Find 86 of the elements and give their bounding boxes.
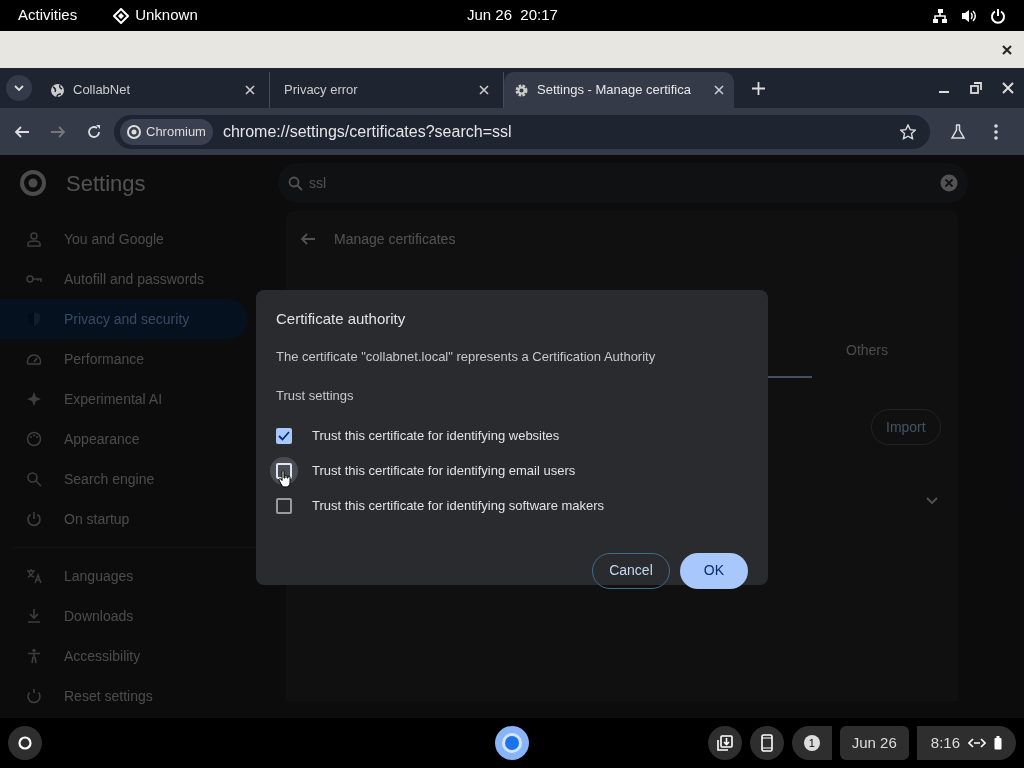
notification-button[interactable]: 1 [791,726,832,760]
bookmark-star-icon[interactable] [900,123,916,140]
app-menu[interactable]: Unknown [135,4,198,27]
nav-item[interactable]: Appearance [0,419,248,459]
clock[interactable]: Jun 26 20:17 [467,4,558,27]
chromium-app-icon[interactable] [495,726,529,760]
notification-count: 1 [803,735,820,751]
phone-icon [760,734,773,752]
page-title: Manage certificates [334,229,456,249]
back-arrow-icon[interactable] [300,231,316,247]
chrome-logo-icon [20,170,46,196]
network-icon[interactable] [932,7,948,24]
forward-icon[interactable] [50,123,66,140]
launcher-button[interactable] [8,726,42,760]
volume-icon[interactable] [960,7,978,24]
url-text: chrome://settings/certificates?search=ssl [222,121,512,142]
checkbox-label: Trust this certificate for identifying websites [312,427,560,446]
screenshot-button[interactable] [707,726,742,760]
site-chip[interactable]: Chromium [120,118,213,145]
nav-item[interactable]: You and Google [0,219,248,259]
check-icon [278,431,290,441]
time-text: 8:16 [930,732,960,753]
settings-icon [514,82,529,98]
system-tray[interactable]: 8:16 [916,726,1016,760]
screenshot-icon [715,734,734,752]
sparkle-icon [26,391,42,407]
dialog-message: The certificate "collabnet.local" represents a Certification Authority [276,347,657,366]
caret-icon [14,85,24,91]
network-icon [968,738,986,748]
nav-item[interactable]: Experimental AI [0,379,248,419]
search-field[interactable]: ssl [278,163,968,203]
battery-icon [994,736,1002,750]
date-button[interactable]: Jun 26 [839,726,909,760]
chrome-logo-icon [127,124,141,139]
nav-item[interactable]: On startup [0,499,248,539]
close-tab-icon[interactable] [479,85,489,95]
activities-button[interactable]: Activities [18,4,78,27]
power-icon [26,511,42,527]
clear-search-icon[interactable] [940,174,958,192]
search-input[interactable]: ssl [309,172,934,194]
accessibility-icon [26,648,42,664]
app-icon [113,7,130,24]
close-icon[interactable] [1002,44,1012,55]
tab-search-button[interactable] [6,75,32,101]
close-tab-icon[interactable] [245,85,255,95]
chevron-down-icon[interactable] [926,497,938,505]
close-tab-icon[interactable] [714,85,724,95]
search-icon [288,175,303,191]
shield-icon [26,311,42,327]
nav-item[interactable]: Autofill and passwords [0,259,248,299]
nav-item[interactable]: Search engine [0,459,248,499]
phone-button[interactable] [749,726,784,760]
nav-item[interactable]: Privacy and security [0,299,248,339]
restore-icon[interactable] [970,82,982,94]
checkbox-label: Trust this certificate for identifying software makers [312,497,605,516]
nav-item[interactable]: Downloads [0,596,248,636]
address-bar[interactable]: Chromium chrome://settings/certificates?search=ssl [114,114,930,149]
translate-icon [26,568,42,584]
globe-icon [50,82,65,98]
palette-icon [26,431,42,447]
tab-title: Privacy error [284,81,359,100]
search-icon [26,471,42,487]
nav-item[interactable]: Reset settings [0,676,248,716]
section-label: Trust settings [276,387,355,405]
tab-title: Settings - Manage certifica [537,81,692,100]
nav-item[interactable]: Accessibility [0,636,248,676]
person-icon [26,231,42,247]
checkbox[interactable] [276,428,292,444]
download-icon [26,608,42,624]
circle-icon [18,736,32,750]
nav-item[interactable]: Performance [0,339,248,379]
dialog-title: Certificate authority [276,309,407,329]
back-icon[interactable] [14,123,30,140]
settings-title: Settings [66,169,146,198]
tab-title: CollabNet [73,81,132,100]
checkbox[interactable] [276,498,292,514]
new-tab-icon[interactable] [752,82,765,95]
ok-button[interactable]: OK [679,552,748,589]
checkbox-label: Trust this certificate for identifying email users [312,462,576,481]
browser-tab[interactable]: Settings - Manage certifica [504,72,734,108]
gauge-icon [26,351,42,367]
flask-icon[interactable] [950,123,966,140]
nav-item[interactable]: Languages [0,556,248,596]
power-icon[interactable] [990,7,1006,24]
reload-icon[interactable] [86,123,102,140]
more-menu-icon[interactable] [994,123,998,140]
